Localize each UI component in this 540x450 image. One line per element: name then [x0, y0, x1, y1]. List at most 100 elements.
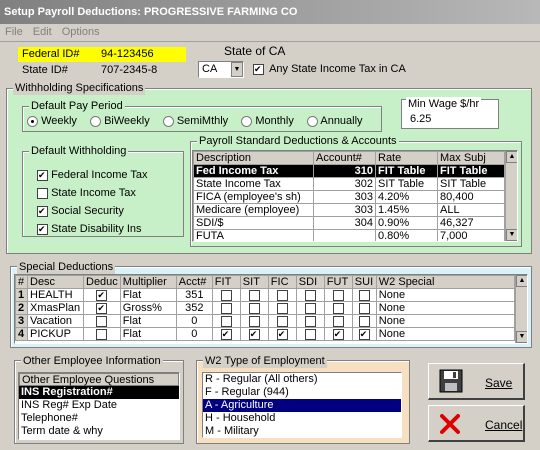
deduc-cell[interactable]	[83, 314, 121, 328]
desc-cell[interactable]: PICKUP	[27, 327, 84, 341]
table-row[interactable]: SDI/$ 304 0.90% 46,327	[193, 216, 505, 230]
radio-monthly[interactable]	[241, 115, 253, 127]
table-row[interactable]: 2XmasPlan Gross%352 None	[15, 301, 516, 315]
scroll-up-icon[interactable]: ▲	[516, 275, 527, 287]
row-number[interactable]: 4	[15, 327, 28, 341]
state-id-value[interactable]: 707-2345-8	[101, 64, 157, 76]
sdi-checkbox[interactable]	[304, 289, 316, 301]
cell[interactable]: SIT Table	[375, 177, 438, 191]
sui-checkbox[interactable]	[358, 289, 370, 301]
fit-cell[interactable]	[211, 314, 241, 328]
fut-checkbox[interactable]	[332, 302, 344, 314]
sdi-checkbox[interactable]	[304, 328, 316, 340]
list-item[interactable]: Telephone#	[19, 412, 179, 425]
multiplier-cell[interactable]: Flat	[119, 288, 177, 302]
fic-checkbox[interactable]	[276, 302, 288, 314]
any-state-tax-checkbox[interactable]	[253, 63, 264, 75]
desc-cell[interactable]: HEALTH	[27, 288, 84, 302]
cell[interactable]: Fed Income Tax	[193, 164, 314, 178]
sdi-cell[interactable]	[295, 288, 325, 302]
fut-checkbox[interactable]	[332, 315, 344, 327]
sui-cell[interactable]	[351, 314, 377, 328]
w2-special-cell[interactable]: None	[375, 314, 516, 328]
special-scrollbar[interactable]: ▲ ▼	[515, 275, 527, 343]
fic-cell[interactable]	[267, 301, 297, 315]
cell[interactable]: 304	[313, 216, 376, 230]
cell[interactable]: FIT Table	[437, 164, 505, 178]
cell[interactable]: 0.80%	[375, 229, 438, 241]
chevron-down-icon[interactable]: ▼	[231, 62, 243, 77]
sui-checkbox[interactable]	[358, 302, 370, 314]
menu-file[interactable]: File	[0, 24, 28, 40]
row-number[interactable]: 1	[15, 288, 28, 302]
cell[interactable]: 7,000	[437, 229, 505, 241]
sui-cell[interactable]	[351, 301, 377, 315]
fic-checkbox[interactable]	[276, 289, 288, 301]
fic-cell[interactable]	[267, 314, 297, 328]
deduc-cell[interactable]	[83, 327, 121, 341]
deduc-checkbox[interactable]	[96, 289, 108, 301]
sit-cell[interactable]	[239, 301, 269, 315]
fit-cell[interactable]	[211, 301, 241, 315]
desc-cell[interactable]: XmasPlan	[27, 301, 84, 315]
fic-checkbox[interactable]	[276, 328, 288, 340]
checkbox-sdi[interactable]	[37, 223, 48, 235]
cell[interactable]: ALL	[437, 203, 505, 217]
deduc-cell[interactable]	[83, 288, 121, 302]
w2-type-list[interactable]: R - Regular (All others) F - Regular (94…	[202, 372, 402, 438]
pay-period-weekly[interactable]: Weekly	[27, 115, 77, 127]
pay-period-annually[interactable]: Annually	[306, 115, 363, 127]
list-item[interactable]: A - Agriculture	[203, 399, 401, 412]
fut-checkbox[interactable]	[332, 328, 344, 340]
radio-biweekly[interactable]	[90, 115, 101, 127]
table-row[interactable]: Fed Income Tax 310 FIT Table FIT Table	[193, 164, 505, 178]
fut-cell[interactable]	[323, 327, 353, 341]
deduc-checkbox[interactable]	[96, 315, 108, 327]
fut-cell[interactable]	[323, 314, 353, 328]
w2-special-cell[interactable]: None	[375, 301, 516, 315]
any-state-tax[interactable]: Any State Income Tax in CA	[253, 63, 406, 75]
sui-cell[interactable]	[351, 327, 377, 341]
fut-cell[interactable]	[323, 288, 353, 302]
checkbox-sit[interactable]	[37, 187, 48, 199]
table-row[interactable]: 1HEALTH Flat351 None	[15, 288, 516, 302]
withholding-sdi[interactable]: State Disability Ins	[37, 220, 147, 238]
sit-checkbox[interactable]	[248, 328, 260, 340]
sit-cell[interactable]	[239, 314, 269, 328]
fit-checkbox[interactable]	[220, 289, 232, 301]
sit-checkbox[interactable]	[248, 315, 260, 327]
cell[interactable]: 1.45%	[375, 203, 438, 217]
acct-cell[interactable]: 0	[175, 314, 213, 328]
list-item[interactable]: M - Military	[203, 425, 401, 437]
deduc-checkbox[interactable]	[96, 302, 108, 314]
other-info-list[interactable]: Other Employee Questions INS Registratio…	[18, 372, 180, 440]
sdi-checkbox[interactable]	[304, 302, 316, 314]
checkbox-fit[interactable]	[37, 169, 48, 181]
cell[interactable]: 303	[313, 190, 376, 204]
table-row[interactable]: Medicare (employee) 303 1.45% ALL	[193, 203, 505, 217]
special-deductions-grid[interactable]: # Desc Deduc Multiplier Acct# FIT SIT FI…	[14, 274, 528, 344]
table-row[interactable]: State Income Tax 302 SIT Table SIT Table	[193, 177, 505, 191]
fic-cell[interactable]	[267, 288, 297, 302]
withholding-fit[interactable]: Federal Income Tax	[37, 166, 147, 184]
fit-checkbox[interactable]	[220, 315, 232, 327]
sdi-cell[interactable]	[295, 327, 325, 341]
list-item[interactable]: H - Household	[203, 412, 401, 425]
list-item[interactable]: Term date & why	[19, 425, 179, 438]
sdi-cell[interactable]	[295, 314, 325, 328]
menu-options[interactable]: Options	[57, 24, 105, 40]
cell[interactable]: SIT Table	[437, 177, 505, 191]
cell[interactable]: 0.90%	[375, 216, 438, 230]
cell[interactable]: 310	[313, 164, 376, 178]
acct-cell[interactable]: 0	[175, 327, 213, 341]
cell[interactable]: FIT Table	[375, 164, 438, 178]
radio-weekly[interactable]	[27, 115, 38, 127]
table-row[interactable]: FUTA 0.80% 7,000	[193, 229, 505, 241]
list-item[interactable]: INS Reg# Exp Date	[19, 399, 179, 412]
sit-checkbox[interactable]	[248, 289, 260, 301]
cell[interactable]: 80,400	[437, 190, 505, 204]
fit-cell[interactable]	[211, 327, 241, 341]
standard-scrollbar[interactable]: ▲ ▼	[505, 151, 517, 241]
fit-cell[interactable]	[211, 288, 241, 302]
scroll-down-icon[interactable]: ▼	[506, 229, 517, 241]
